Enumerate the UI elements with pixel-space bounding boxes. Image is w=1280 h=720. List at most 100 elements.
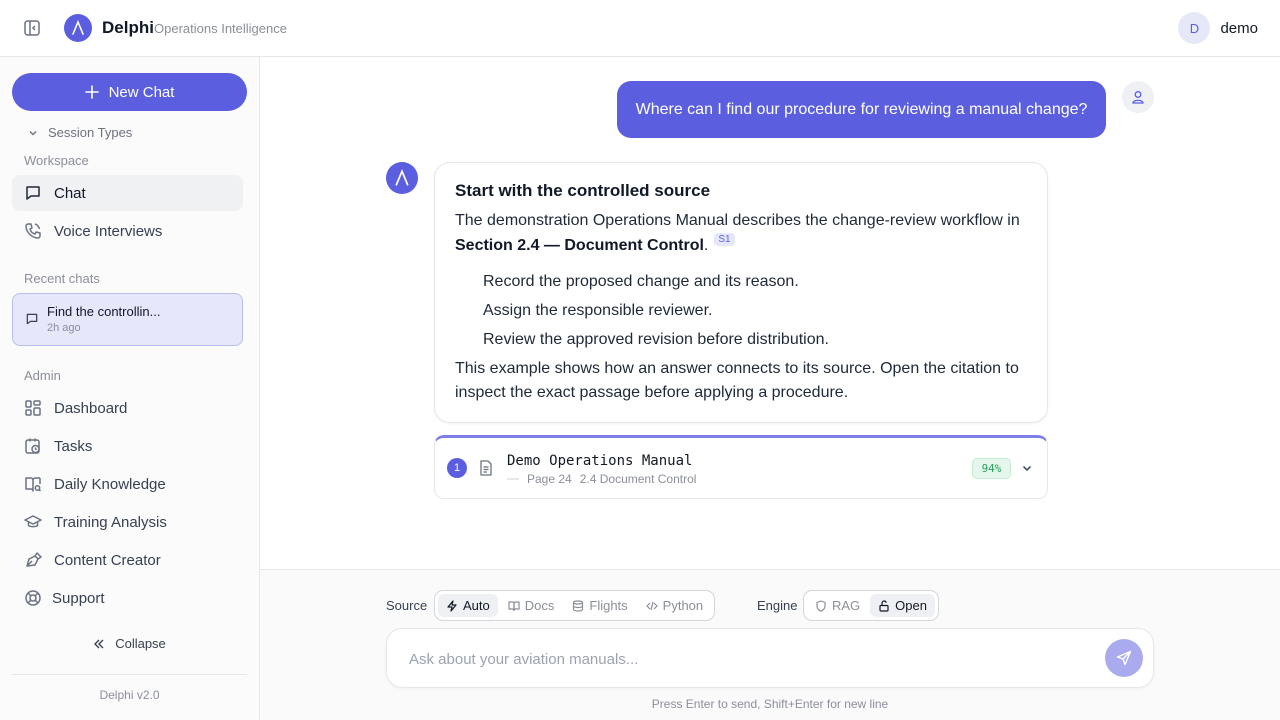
chat-input[interactable] <box>409 647 1089 671</box>
source-option-python[interactable]: Python <box>638 594 711 617</box>
bolt-icon <box>447 599 457 612</box>
source-citation-card[interactable]: 1 Demo Operations Manual Page 24 2.4 Doc… <box>434 435 1048 499</box>
username: demo <box>1220 19 1258 37</box>
logo-icon <box>64 14 92 42</box>
engine-label: Engine <box>757 598 798 613</box>
unlock-icon <box>879 599 889 612</box>
source-number: 1 <box>447 458 467 478</box>
chevron-down-icon[interactable] <box>1021 462 1033 474</box>
sidebar-item-support[interactable]: Support <box>12 580 243 616</box>
session-types-label: Session Types <box>48 125 133 140</box>
divider <box>12 674 247 675</box>
list-item: Assign the responsible reviewer. <box>483 302 713 319</box>
sidebar-item-training-analysis[interactable]: Training Analysis <box>12 504 243 540</box>
answer-intro: The demonstration Operations Manual desc… <box>455 208 1035 258</box>
source-option-label: Docs <box>524 598 555 613</box>
collapse-button[interactable]: Collapse <box>0 636 259 651</box>
user-icon <box>1122 81 1154 113</box>
composer: Source Auto Docs Flights Python Engine R… <box>260 569 1280 720</box>
sidebar-item-daily-knowledge[interactable]: Daily Knowledge <box>12 466 243 502</box>
app-subtitle: Operations Intelligence <box>154 21 287 36</box>
workspace-heading: Workspace <box>24 153 89 168</box>
sidebar-item-label: Chat <box>54 184 86 202</box>
source-option-docs[interactable]: Docs <box>500 594 563 617</box>
source-option-label: Python <box>662 598 704 613</box>
sidebar-item-label: Content Creator <box>54 551 161 569</box>
avatar: D <box>1178 12 1211 44</box>
assistant-answer: Start with the controlled source The dem… <box>434 162 1048 423</box>
answer-steps: Record the proposed change and its reaso… <box>483 267 829 354</box>
send-icon <box>1116 650 1132 666</box>
dashboard-icon <box>25 400 41 416</box>
sidebar-item-voice-interviews[interactable]: Voice Interviews <box>12 213 243 249</box>
user-menu[interactable]: D demo <box>1178 12 1258 44</box>
graduation-cap-icon <box>24 515 42 528</box>
sidebar-item-label: Voice Interviews <box>54 222 163 240</box>
citation-badge[interactable]: S1 <box>714 233 735 246</box>
sidebar-item-label: Daily Knowledge <box>54 475 166 493</box>
recent-chats-heading: Recent chats <box>24 271 100 286</box>
sidebar-item-tasks[interactable]: Tasks <box>12 428 243 464</box>
plus-icon <box>84 85 99 99</box>
user-message: Where can I find our procedure for revie… <box>617 81 1106 138</box>
sidebar-item-chat[interactable]: Chat <box>12 175 243 211</box>
answer-intro-text: The demonstration Operations Manual desc… <box>455 212 1020 229</box>
engine-option-label: Open <box>895 598 927 613</box>
pen-tool-icon <box>26 552 42 567</box>
answer-heading: Start with the controlled source <box>455 181 711 200</box>
chevrons-left-icon <box>94 639 104 648</box>
source-section: 2.4 Document Control <box>579 472 697 486</box>
phone-icon <box>25 223 41 239</box>
sidebar-toggle-icon[interactable] <box>22 18 42 38</box>
admin-heading: Admin <box>24 368 61 383</box>
lifebuoy-icon <box>25 590 41 606</box>
chevron-down-icon <box>29 130 37 135</box>
recent-chat-time: 2h ago <box>47 322 81 334</box>
engine-option-open[interactable]: Open <box>870 594 935 617</box>
engine-selector: RAG Open <box>803 590 939 621</box>
app-name: Delphi <box>102 18 154 37</box>
sidebar-item-label: Training Analysis <box>54 513 167 531</box>
relevance-score-badge: 94% <box>972 458 1011 479</box>
recent-chat-title: Find the controllin... <box>47 304 161 319</box>
source-page: Page 24 <box>527 472 572 486</box>
sidebar-item-dashboard[interactable]: Dashboard <box>12 390 243 426</box>
book-icon <box>508 600 520 611</box>
new-chat-button[interactable]: New Chat <box>12 73 247 111</box>
calendar-clock-icon <box>25 438 40 454</box>
engine-option-label: RAG <box>832 598 861 613</box>
source-label: Source <box>386 598 428 613</box>
session-types-toggle[interactable]: Session Types <box>28 125 132 140</box>
book-open-icon <box>25 477 42 492</box>
source-option-auto[interactable]: Auto <box>438 594 498 617</box>
chat-bubble-icon <box>26 186 40 200</box>
source-meta: Page 24 2.4 Document Control <box>507 472 696 486</box>
new-chat-label: New Chat <box>108 83 175 101</box>
source-selector: Auto Docs Flights Python <box>434 590 716 621</box>
source-dash <box>507 478 519 480</box>
app-header: Delphi Operations Intelligence D demo <box>0 0 1280 57</box>
answer-intro-end: . <box>703 237 709 254</box>
send-button[interactable] <box>1105 639 1143 677</box>
source-title: Demo Operations Manual <box>507 453 693 469</box>
sidebar-item-label: Tasks <box>54 437 93 455</box>
sidebar-item-content-creator[interactable]: Content Creator <box>12 542 243 578</box>
input-hint: Press Enter to send, Shift+Enter for new… <box>651 697 889 711</box>
version-label: Delphi v2.0 <box>99 688 160 702</box>
source-option-label: Auto <box>463 598 490 613</box>
assistant-avatar-icon <box>386 162 418 194</box>
engine-option-rag[interactable]: RAG <box>807 594 868 617</box>
chat-bubble-icon <box>26 313 38 325</box>
collapse-label: Collapse <box>115 636 166 651</box>
document-icon <box>480 460 492 476</box>
shield-icon <box>816 599 826 612</box>
source-option-label: Flights <box>589 598 628 613</box>
sidebar-item-label: Support <box>52 589 105 607</box>
sidebar-item-label: Dashboard <box>54 399 128 417</box>
answer-closing: This example shows how an answer connect… <box>455 360 1019 401</box>
recent-chat-item[interactable]: Find the controllin... 2h ago <box>12 293 243 346</box>
answer-section-ref: Section 2.4 — Document Control <box>455 237 704 254</box>
sidebar: New Chat Session Types Workspace Chat Vo… <box>0 57 260 720</box>
source-option-flights[interactable]: Flights <box>564 594 635 617</box>
code-icon <box>645 601 658 610</box>
